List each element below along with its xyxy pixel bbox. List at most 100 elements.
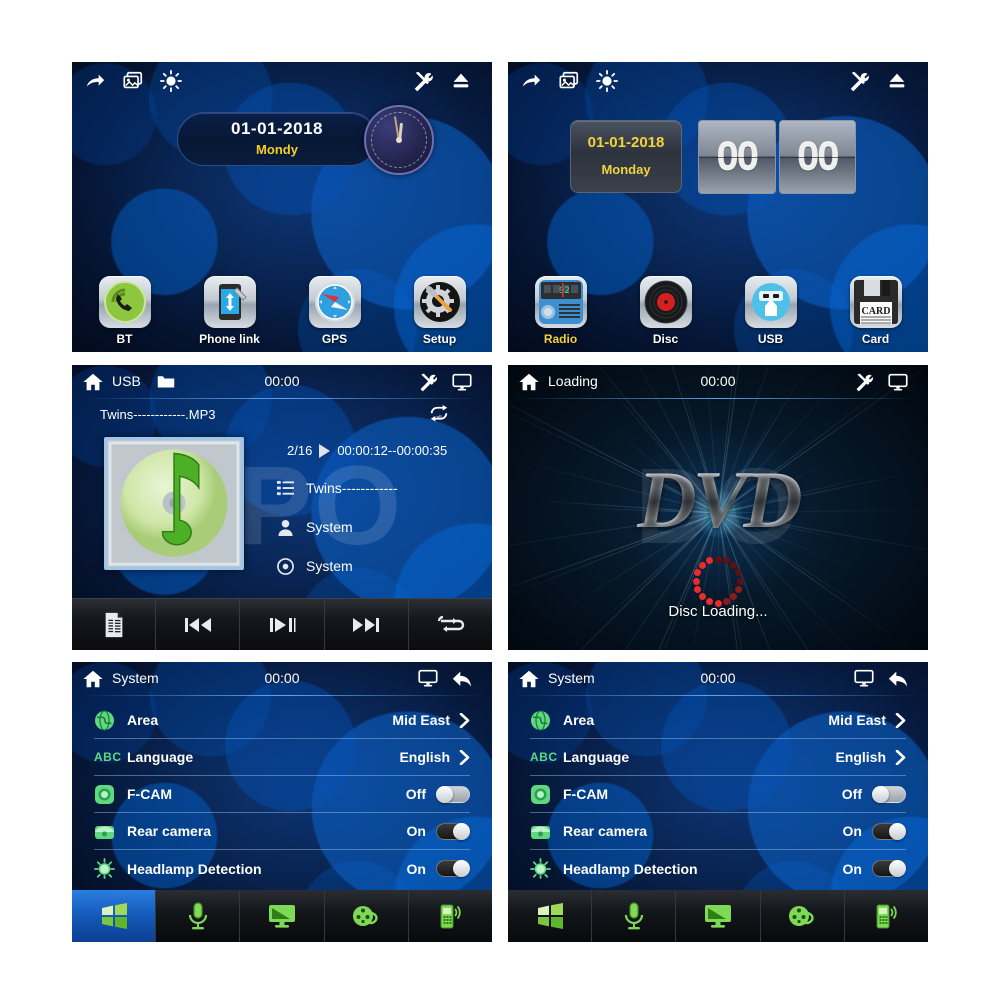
setting-label: Area	[127, 712, 159, 728]
monitor-icon[interactable]	[854, 669, 874, 689]
setting-value: Mid East	[392, 712, 450, 728]
previous-track-button[interactable]	[156, 599, 241, 650]
globe-icon	[94, 709, 115, 731]
app-label: Disc	[652, 332, 679, 346]
setting-row-language[interactable]: ABC Language English	[94, 739, 470, 776]
app-label: Radio	[543, 332, 578, 346]
setting-value: On	[842, 860, 862, 877]
setting-row-rear-camera[interactable]: Rear camera On	[94, 813, 470, 850]
setting-label: Language	[127, 749, 194, 765]
gallery-icon[interactable]	[558, 70, 580, 92]
compass-icon	[308, 276, 361, 328]
header-divider	[80, 695, 484, 696]
microphone-icon	[624, 902, 643, 930]
rear-camera-toggle[interactable]	[436, 822, 470, 840]
tab-audio[interactable]	[592, 890, 677, 942]
spinner-dot	[706, 557, 714, 565]
repeat-button[interactable]	[409, 599, 492, 650]
setting-row-rear-camera[interactable]: Rear camera On	[530, 813, 906, 850]
setting-value: On	[842, 823, 862, 839]
setting-row-fcam[interactable]: F-CAM Off	[530, 776, 906, 813]
forward-arrow-icon[interactable]	[84, 70, 106, 92]
playback-status: 2/16 00:00:12--00:00:35	[287, 443, 447, 458]
rear-camera-toggle[interactable]	[872, 822, 906, 840]
analog-clock[interactable]	[364, 105, 434, 175]
setting-row-headlamp[interactable]: Headlamp Detection On	[530, 850, 906, 887]
app-bt[interactable]: BT	[72, 276, 177, 346]
fcam-toggle[interactable]	[436, 785, 470, 803]
eject-icon[interactable]	[450, 70, 472, 92]
app-card[interactable]: CARD Card	[823, 276, 928, 346]
tab-display[interactable]	[240, 890, 325, 942]
back-arrow-icon[interactable]	[452, 670, 472, 688]
monitor-icon[interactable]	[888, 373, 908, 391]
tab-phone[interactable]	[845, 890, 928, 942]
tab-audio[interactable]	[156, 890, 241, 942]
sd-card-icon: CARD	[849, 276, 902, 328]
chevron-right-icon[interactable]	[459, 712, 470, 728]
meta-value: System	[306, 519, 353, 535]
panel-system-settings-plain: System 00:00 Area Mid East ABC Language …	[508, 662, 928, 942]
setting-row-fcam[interactable]: F-CAM Off	[94, 776, 470, 813]
meta-row-title: Twins------------	[277, 475, 477, 501]
tools-icon[interactable]	[418, 372, 438, 392]
track-index: 2/16	[287, 443, 313, 458]
microphone-icon	[188, 902, 207, 930]
app-label: USB	[757, 332, 784, 346]
tab-video[interactable]	[761, 890, 845, 942]
tab-display[interactable]	[676, 890, 761, 942]
monitor-icon	[705, 905, 731, 928]
tools-icon[interactable]	[412, 70, 434, 92]
flip-clock[interactable]: 00 00	[698, 120, 856, 194]
tools-icon[interactable]	[854, 372, 874, 392]
brightness-icon[interactable]	[596, 70, 618, 92]
toggle-knob	[872, 785, 889, 803]
next-track-button[interactable]	[325, 599, 409, 650]
date-text: 01-01-2018	[231, 119, 323, 138]
monitor-icon[interactable]	[452, 373, 472, 391]
monitor-icon[interactable]	[418, 669, 438, 689]
album-icon	[277, 557, 294, 575]
app-radio[interactable]: 92 Radio	[508, 276, 613, 346]
tab-general[interactable]	[72, 890, 157, 942]
app-gps[interactable]: GPS	[282, 276, 387, 346]
date-widget[interactable]: 01-01-2018 Monday	[570, 120, 682, 193]
app-setup[interactable]: Setup	[387, 276, 492, 346]
tab-general[interactable]	[508, 890, 593, 942]
app-usb[interactable]: USB	[718, 276, 823, 346]
setting-row-language[interactable]: ABC Language English	[530, 739, 906, 776]
fcam-toggle[interactable]	[872, 785, 906, 803]
weekday-text: Mondy	[256, 142, 298, 157]
setting-row-area[interactable]: Area Mid East	[94, 702, 470, 739]
setting-row-headlamp[interactable]: Headlamp Detection On	[94, 850, 470, 887]
windows-logo-icon	[101, 903, 127, 929]
player-header: USB 00:00	[72, 365, 492, 399]
gallery-icon[interactable]	[122, 70, 144, 92]
dvd-logo: DVD	[508, 453, 928, 547]
meta-value: System	[306, 558, 353, 574]
chevron-right-icon[interactable]	[459, 749, 470, 765]
chevron-right-icon[interactable]	[895, 712, 906, 728]
setting-row-area[interactable]: Area Mid East	[530, 702, 906, 739]
app-disc[interactable]: Disc	[613, 276, 718, 346]
setting-label: F-CAM	[127, 786, 173, 802]
repeat-all-icon[interactable]: all	[428, 405, 450, 423]
meta-value: Twins------------	[306, 480, 398, 496]
app-phone-link[interactable]: Phone link	[177, 276, 282, 346]
spinner-dot	[698, 561, 706, 569]
play-state-icon	[319, 443, 331, 458]
tab-phone[interactable]	[409, 890, 492, 942]
forward-arrow-icon[interactable]	[520, 70, 542, 92]
tab-video[interactable]	[325, 890, 409, 942]
play-pause-button[interactable]	[240, 599, 325, 650]
headlamp-toggle[interactable]	[872, 860, 906, 877]
back-arrow-icon[interactable]	[888, 670, 908, 688]
headlamp-toggle[interactable]	[436, 860, 470, 877]
chevron-right-icon[interactable]	[895, 749, 906, 765]
date-widget[interactable]: 01-01-2018 Mondy	[177, 112, 377, 166]
eject-icon[interactable]	[886, 70, 908, 92]
settings-header: System 00:00	[72, 662, 492, 696]
brightness-icon[interactable]	[160, 70, 182, 92]
playlist-file-button[interactable]	[72, 599, 157, 650]
tools-icon[interactable]	[848, 70, 870, 92]
